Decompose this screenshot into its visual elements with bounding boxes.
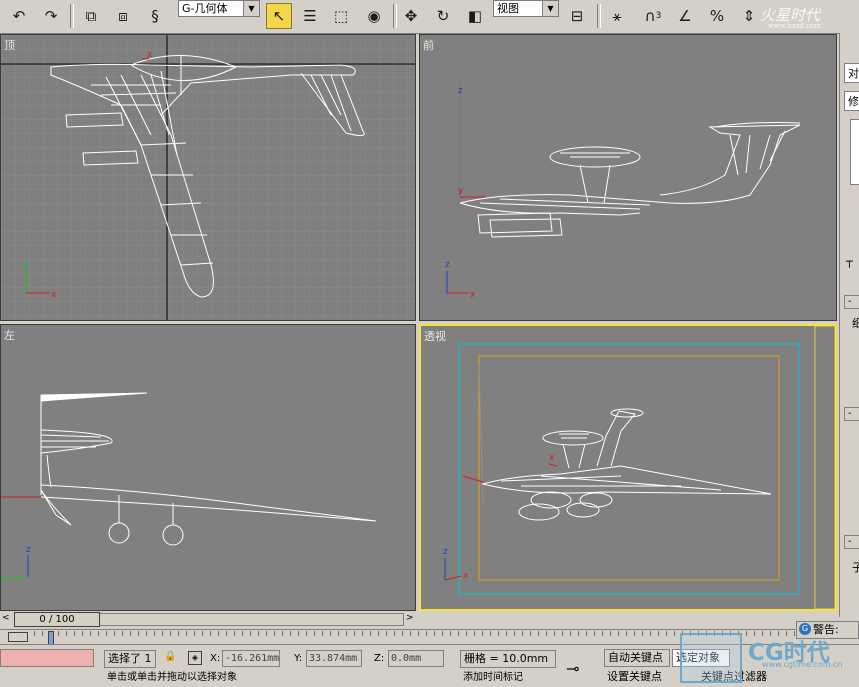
watermark-url-bottom: www.cgtime.com.cn (762, 660, 843, 669)
warning-button[interactable]: G 警告: (796, 621, 859, 639)
axis-x-label: x (51, 290, 57, 300)
bind-to-space-warp-icon[interactable]: § (142, 3, 168, 29)
prompt-line: 单击或单击并拖动以选择对象 (107, 672, 237, 683)
aircraft-wireframe-front[interactable] (459, 122, 801, 238)
reference-coordinate-value: 视图 (497, 2, 519, 15)
axis-z-label: z (443, 547, 448, 557)
select-and-manipulate-icon[interactable]: ⚹ (604, 3, 630, 29)
viewport-front-canvas: y z x z (445, 85, 801, 300)
safe-frame-outer (458, 343, 800, 595)
warning-icon: G (799, 623, 811, 635)
chevron-down-icon: ▼ (243, 1, 259, 16)
axis-y-label: y (1, 574, 7, 584)
select-and-move-icon[interactable]: ✥ (398, 3, 424, 29)
axis-y-label: y (23, 260, 29, 270)
select-by-name-icon[interactable]: ☰ (297, 3, 323, 29)
current-frame-marker[interactable] (48, 631, 54, 645)
selection-filter-dropdown[interactable]: G-几何体 ▼ (178, 0, 260, 17)
rollout-label: 子 (852, 559, 859, 575)
rollout-toggle[interactable]: - (844, 407, 859, 421)
unlink-selection-icon[interactable]: ⧈ (110, 3, 136, 29)
aircraft-wireframe-perspective[interactable] (481, 408, 772, 521)
toolbar-separator (70, 4, 74, 28)
axis-x-label: x (463, 571, 469, 581)
reference-coordinate-dropdown[interactable]: 视图 ▼ (493, 0, 559, 17)
toolbar-separator (597, 4, 601, 28)
spinner-snap-icon[interactable]: ⇕ (736, 3, 762, 29)
viewport-label[interactable]: 顶 (4, 37, 15, 53)
rollout-label: 细 (852, 315, 859, 331)
watermark-url: www.hxsd.com (768, 22, 821, 30)
select-and-rotate-icon[interactable]: ↻ (430, 3, 456, 29)
status-bar: 选择了 1 🔒 ◈ X: -16.261mm Y: 33.874mm Z: 0.… (0, 621, 859, 687)
aircraft-wireframe-left[interactable] (40, 392, 377, 546)
selection-count: 选择了 1 (104, 650, 156, 668)
axis-z-label: z (458, 86, 463, 96)
chevron-down-icon: ▼ (542, 1, 558, 16)
z-coordinate-label: Z: (374, 653, 385, 664)
maxscript-listener[interactable] (0, 649, 94, 667)
axis-x-label: x (147, 50, 153, 60)
viewport-left-canvas: z y (1, 392, 377, 584)
warning-label: 警告: (813, 623, 839, 636)
axis-x-label: x (470, 290, 476, 300)
command-panel: 对 修 ┬ - 细 - - 子 (839, 33, 859, 617)
z-coordinate-field[interactable]: 0.0mm (388, 650, 444, 667)
viewport-label[interactable]: 透视 (424, 328, 446, 344)
select-object-icon[interactable]: ↖ (266, 3, 292, 29)
x-coordinate-field[interactable]: -16.261mm (222, 650, 280, 667)
rectangular-selection-icon[interactable]: ⬚ (328, 3, 354, 29)
set-key-button[interactable]: 设置关键点 (604, 669, 670, 687)
y-coordinate-field[interactable]: 33.874mm (306, 650, 362, 667)
chevron-right-icon[interactable]: > (406, 613, 414, 623)
auto-key-button[interactable]: 自动关键点 (604, 649, 670, 667)
watermark-box-icon (680, 633, 742, 683)
select-and-link-icon[interactable]: ⧉ (78, 3, 104, 29)
x-coordinate-label: X: (210, 653, 221, 664)
viewport-top-canvas: x x y (1, 35, 415, 320)
axis-z-label: z (445, 260, 450, 270)
key-icon[interactable]: ⊸ (566, 659, 579, 678)
frame-display: 0 / 100 (39, 614, 75, 625)
time-slider-bar: < 0 / 100 > (0, 611, 418, 629)
window-crossing-icon[interactable]: ◉ (361, 3, 387, 29)
viewport-left[interactable]: z y 左 (0, 324, 416, 611)
snap-mode-label: 3 (655, 11, 662, 21)
main-toolbar: ↶ ↷ ⧉ ⧈ § G-几何体 ▼ ↖ ☰ ⬚ ◉ ✥ ↻ ◧ 视图 ▼ ⊟ ⚹… (0, 0, 859, 34)
axis-y-label: y (458, 186, 464, 196)
grid-size-display: 栅格 = 10.0mm (460, 650, 556, 668)
time-slider-thumb[interactable]: 0 / 100 (14, 612, 100, 627)
toolbar-separator (393, 4, 397, 28)
chevron-left-icon[interactable]: < (2, 613, 10, 623)
track-bar-toggle-icon[interactable] (8, 632, 28, 642)
absolute-mode-icon[interactable]: ◈ (188, 651, 202, 665)
viewport-top[interactable]: x x y 顶 (0, 34, 416, 321)
render-frame-edge (814, 326, 835, 609)
selection-filter-value: G-几何体 (182, 2, 228, 15)
angle-snap-icon[interactable]: ∠ (672, 3, 698, 29)
lock-selection-icon[interactable]: 🔒 (164, 651, 176, 662)
snap-toggle-icon[interactable]: ∩ 3 (640, 3, 666, 29)
viewport-label[interactable]: 左 (4, 327, 15, 343)
command-panel-tab[interactable]: 对 (844, 63, 859, 83)
command-panel-symbol: ┬ (846, 255, 853, 268)
viewport-perspective[interactable]: x x z 透视 (419, 324, 837, 611)
viewport-front[interactable]: y z x z 前 (419, 34, 837, 321)
axis-x-label: x (549, 453, 555, 463)
undo-icon[interactable]: ↶ (6, 3, 32, 29)
use-pivot-center-icon[interactable]: ⊟ (564, 3, 590, 29)
modifier-stack-list[interactable] (850, 119, 859, 185)
y-coordinate-label: Y: (294, 653, 303, 664)
axis-z-label: z (26, 545, 31, 555)
viewport-label[interactable]: 前 (423, 37, 434, 53)
rollout-toggle[interactable]: - (844, 295, 859, 309)
viewport-perspective-canvas: x x z (443, 326, 835, 609)
rollout-toggle[interactable]: - (844, 535, 859, 549)
add-time-tag[interactable]: 添加时间标记 (460, 671, 558, 684)
command-panel-tab[interactable]: 修 (844, 91, 859, 111)
redo-icon[interactable]: ↷ (38, 3, 64, 29)
percent-snap-icon[interactable]: % (704, 3, 730, 29)
select-and-scale-icon[interactable]: ◧ (462, 3, 488, 29)
